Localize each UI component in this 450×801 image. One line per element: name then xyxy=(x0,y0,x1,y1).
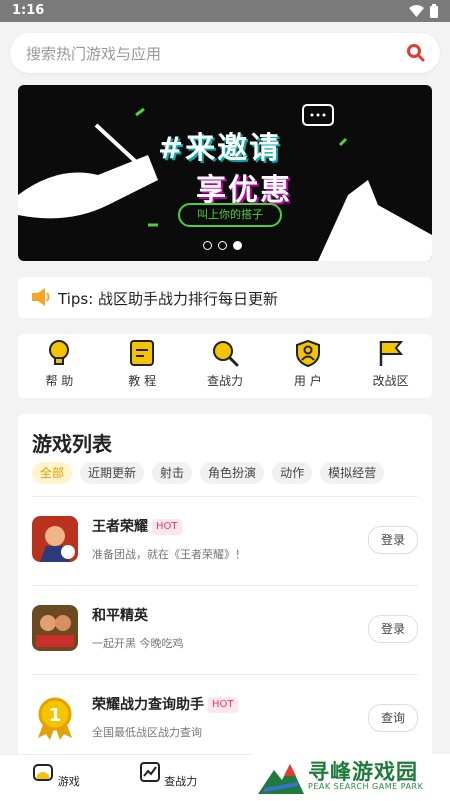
divider xyxy=(32,585,418,586)
game-row[interactable]: 和平精英 一起开黑 今晚吃鸡 登录 xyxy=(18,591,432,675)
game-name: 和平精英 xyxy=(92,605,148,625)
watermark: 寻峰游戏园 PEAK SEARCH GAME PARK xyxy=(252,754,450,800)
quick-label: 用 户 xyxy=(293,374,322,388)
game-list-title: 游戏列表 xyxy=(32,432,112,456)
svg-text:1: 1 xyxy=(49,705,62,726)
game-description: 全国最低战区战力查询 xyxy=(92,726,202,739)
game-row[interactable]: 王者荣耀 HOT 准备团战，就在《王者荣耀》！ 登录 xyxy=(18,502,432,586)
chip-shooter[interactable]: 射击 xyxy=(152,462,193,484)
quick-help[interactable]: 帮 助 xyxy=(18,334,101,398)
watermark-subtitle: PEAK SEARCH GAME PARK xyxy=(308,782,424,791)
chip-simulation[interactable]: 模拟经营 xyxy=(320,462,385,484)
divider xyxy=(32,674,418,675)
hot-badge: HOT xyxy=(152,519,182,535)
status-icons xyxy=(409,4,438,18)
game-description: 一起开黑 今晚吃鸡 xyxy=(92,637,184,650)
nav-check-power[interactable]: 查战力 xyxy=(138,761,198,789)
quick-actions: 帮 助 教 程 查战力 用 户 改战区 xyxy=(18,334,432,398)
chip-all[interactable]: 全部 xyxy=(32,462,73,484)
hot-badge: HOT xyxy=(208,697,238,713)
mountain-logo-icon xyxy=(258,764,304,794)
pagination-dot[interactable] xyxy=(203,241,212,250)
book-icon xyxy=(130,340,155,366)
nav-label: 查战力 xyxy=(164,775,198,788)
search-placeholder[interactable]: 搜索热门游戏与应用 xyxy=(26,43,161,64)
flag-icon xyxy=(379,341,403,366)
chip-action[interactable]: 动作 xyxy=(272,462,313,484)
login-button[interactable]: 登录 xyxy=(368,526,418,554)
game-description: 准备团战，就在《王者荣耀》！ xyxy=(92,548,246,561)
battery-icon xyxy=(430,4,438,18)
tips-bar[interactable]: Tips: 战区助手战力排行每日更新 xyxy=(18,277,432,318)
chip-recent[interactable]: 近期更新 xyxy=(80,462,145,484)
category-chips: 全部 近期更新 射击 角色扮演 动作 模拟经营 xyxy=(32,462,385,484)
quick-tutorial[interactable]: 教 程 xyxy=(101,334,184,398)
pagination-dot[interactable] xyxy=(218,241,227,250)
game-row[interactable]: 1 荣耀战力查询助手 HOT 全国最低战区战力查询 查询 xyxy=(18,680,432,764)
query-button[interactable]: 查询 xyxy=(368,704,418,732)
chip-rpg[interactable]: 角色扮演 xyxy=(200,462,265,484)
gamepad-icon xyxy=(33,764,54,781)
game-name-text: 和平精英 xyxy=(92,608,148,624)
banner-tag: 叫上你的搭子 xyxy=(178,203,282,227)
status-bar: 1:16 xyxy=(0,0,450,22)
quick-label: 查战力 xyxy=(206,374,243,388)
divider xyxy=(32,496,418,497)
quick-change-region[interactable]: 改战区 xyxy=(349,334,432,398)
nav-label: 游戏 xyxy=(57,775,80,788)
login-button[interactable]: 登录 xyxy=(368,615,418,643)
chart-icon xyxy=(139,762,160,782)
quick-check-power[interactable]: 查战力 xyxy=(184,334,267,398)
quick-label: 教 程 xyxy=(128,374,157,388)
tips-text: Tips: 战区助手战力排行每日更新 xyxy=(58,290,279,308)
banner-headline: #来邀请 xyxy=(158,131,282,166)
promo-banner[interactable]: #来邀请 享优惠 叫上你的搭子 xyxy=(18,85,432,261)
game-icon-honor xyxy=(32,516,78,562)
game-list-card: 游戏列表 全部 近期更新 射击 角色扮演 动作 模拟经营 王者荣耀 HOT 准备团… xyxy=(18,414,432,754)
nav-games[interactable]: 游戏 xyxy=(26,761,86,789)
game-name: 王者荣耀 HOT xyxy=(92,516,182,536)
wifi-icon xyxy=(409,5,424,17)
lightbulb-icon xyxy=(49,340,70,365)
search-bar[interactable]: 搜索热门游戏与应用 xyxy=(10,33,440,73)
quick-label: 帮 助 xyxy=(45,374,74,388)
search-icon[interactable] xyxy=(406,43,426,63)
pagination-dot-active[interactable] xyxy=(233,241,242,250)
status-time: 1:16 xyxy=(12,3,45,18)
medal-icon: 1 xyxy=(38,697,72,740)
game-name-text: 王者荣耀 xyxy=(92,519,148,535)
game-name: 荣耀战力查询助手 HOT xyxy=(92,694,238,714)
user-shield-icon xyxy=(295,339,320,367)
quick-user[interactable]: 用 户 xyxy=(266,334,349,398)
magnifier-icon xyxy=(212,341,239,367)
banner-pagination[interactable] xyxy=(203,241,242,250)
game-icon-peace xyxy=(32,605,78,651)
quick-label: 改战区 xyxy=(372,374,409,388)
game-name-text: 荣耀战力查询助手 xyxy=(92,697,204,713)
speaker-icon xyxy=(32,288,50,306)
